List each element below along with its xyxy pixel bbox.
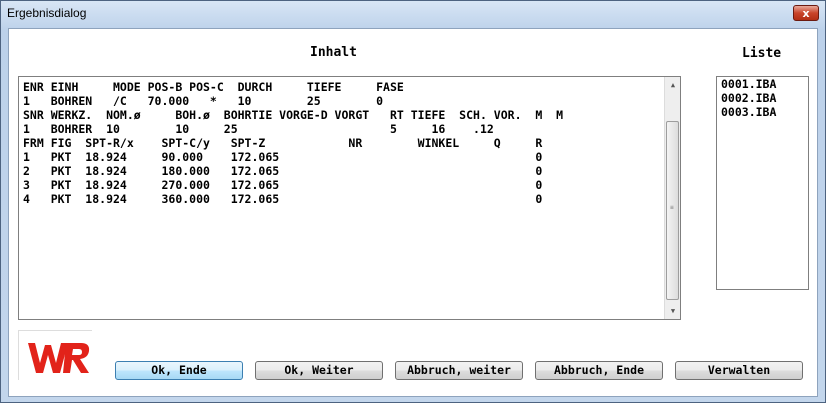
manage-button[interactable]: Verwalten <box>675 361 803 380</box>
content-label: Inhalt <box>310 45 357 60</box>
content-line: SNR WERKZ. NOM.ø BOH.ø BOHRTIE VORGE-D V… <box>23 108 564 122</box>
content-line: 3 PKT 18.924 270.000 172.065 0 <box>23 178 543 192</box>
ok-end-button[interactable]: Ok, Ende <box>115 361 243 380</box>
content-text: ENR EINH MODE POS-B POS-C DURCH TIEFE FA… <box>23 80 663 206</box>
content-line: 2 PKT 18.924 180.000 172.065 0 <box>23 164 543 178</box>
content-line: 1 PKT 18.924 90.000 172.065 0 <box>23 150 543 164</box>
list-item[interactable]: 0001.IBA <box>717 77 808 91</box>
content-line: 1 BOHRER 10 10 25 5 16 .12 <box>23 122 494 136</box>
logo-wr-icon <box>28 343 90 373</box>
cancel-end-button[interactable]: Abbruch, Ende <box>535 361 663 380</box>
title-bar[interactable]: Ergebnisdialog x <box>1 1 825 27</box>
content-line: ENR EINH MODE POS-B POS-C DURCH TIEFE FA… <box>23 80 404 94</box>
list-label: Liste <box>742 46 782 61</box>
file-listbox[interactable]: 0001.IBA 0002.IBA 0003.IBA <box>716 76 809 290</box>
window-title: Ergebnisdialog <box>7 6 87 20</box>
result-dialog-window: Ergebnisdialog x Inhalt Liste ENR EINH M… <box>0 0 826 403</box>
scroll-down-arrow-icon[interactable]: ▼ <box>665 303 680 319</box>
list-item[interactable]: 0002.IBA <box>717 91 808 105</box>
list-item[interactable]: 0003.IBA <box>717 105 808 119</box>
content-line: 4 PKT 18.924 360.000 172.065 0 <box>23 192 543 206</box>
close-icon[interactable]: x <box>793 5 819 21</box>
content-line: FRM FIG SPT-R/x SPT-C/y SPT-Z NR WINKEL … <box>23 136 543 150</box>
company-logo <box>18 330 92 380</box>
cancel-continue-button[interactable]: Abbruch, weiter <box>395 361 523 380</box>
scroll-up-arrow-icon[interactable]: ▲ <box>665 77 680 93</box>
scroll-thumb[interactable]: ≡ <box>666 121 679 300</box>
content-scrollbar[interactable]: ▲ ≡ ▼ <box>664 77 680 319</box>
content-line: 1 BOHREN /C 70.000 * 10 25 0 <box>23 94 384 108</box>
content-textbox[interactable]: ENR EINH MODE POS-B POS-C DURCH TIEFE FA… <box>18 76 681 320</box>
ok-continue-button[interactable]: Ok, Weiter <box>255 361 383 380</box>
thumb-grip-icon: ≡ <box>670 204 674 211</box>
